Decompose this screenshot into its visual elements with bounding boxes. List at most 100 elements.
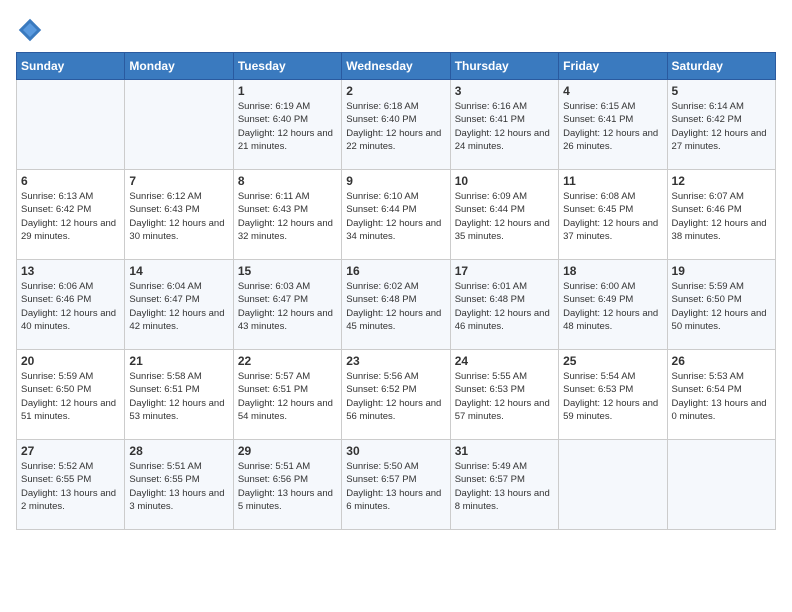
calendar-cell: 18 Sunrise: 6:00 AM Sunset: 6:49 PM Dayli… xyxy=(559,260,667,350)
day-detail: Sunrise: 6:06 AM Sunset: 6:46 PM Dayligh… xyxy=(21,280,120,333)
day-header-monday: Monday xyxy=(125,53,233,80)
day-number: 25 xyxy=(563,354,662,368)
calendar-cell: 19Sunrise: 5:59 AM Sunset: 6:50 PM Dayli… xyxy=(667,260,775,350)
day-detail: Sunrise: 6:02 AM Sunset: 6:48 PM Dayligh… xyxy=(346,280,445,333)
calendar-cell: 14Sunrise: 6:04 AM Sunset: 6:47 PM Dayli… xyxy=(125,260,233,350)
day-detail: Sunrise: 5:55 AM Sunset: 6:53 PM Dayligh… xyxy=(455,370,554,423)
calendar-cell: 29 Sunrise: 5:51 AM Sunset: 6:56 PM Dayli… xyxy=(233,440,341,530)
day-number: 24 xyxy=(455,354,554,368)
day-detail: Sunrise: 5:57 AM Sunset: 6:51 PM Dayligh… xyxy=(238,370,337,423)
day-number: 5 xyxy=(672,84,771,98)
day-header-thursday: Thursday xyxy=(450,53,558,80)
calendar-cell: 4Sunrise: 6:15 AM Sunset: 6:41 PM Daylig… xyxy=(559,80,667,170)
day-detail: Sunrise: 5:49 AM Sunset: 6:57 PM Dayligh… xyxy=(455,460,554,513)
day-detail: Sunrise: 6:09 AM Sunset: 6:44 PM Dayligh… xyxy=(455,190,554,243)
day-header-sunday: Sunday xyxy=(17,53,125,80)
calendar-week-4: 20 Sunrise: 5:59 AM Sunset: 6:50 PM Dayli… xyxy=(17,350,776,440)
day-number: 28 xyxy=(129,444,228,458)
logo xyxy=(16,16,48,44)
calendar-week-5: 27 Sunrise: 5:52 AM Sunset: 6:55 PM Dayli… xyxy=(17,440,776,530)
calendar-cell: 8 Sunrise: 6:11 AM Sunset: 6:43 PM Daylig… xyxy=(233,170,341,260)
calendar-cell: 11 Sunrise: 6:08 AM Sunset: 6:45 PM Dayli… xyxy=(559,170,667,260)
day-number: 20 xyxy=(21,354,120,368)
day-number: 6 xyxy=(21,174,120,188)
calendar-cell: 27 Sunrise: 5:52 AM Sunset: 6:55 PM Dayli… xyxy=(17,440,125,530)
calendar-cell: 25 Sunrise: 5:54 AM Sunset: 6:53 PM Dayli… xyxy=(559,350,667,440)
day-detail: Sunrise: 6:11 AM Sunset: 6:43 PM Dayligh… xyxy=(238,190,337,243)
logo-icon xyxy=(16,16,44,44)
calendar-cell: 28 Sunrise: 5:51 AM Sunset: 6:55 PM Dayli… xyxy=(125,440,233,530)
day-detail: Sunrise: 5:53 AM Sunset: 6:54 PM Dayligh… xyxy=(672,370,771,423)
calendar-cell: 26 Sunrise: 5:53 AM Sunset: 6:54 PM Dayli… xyxy=(667,350,775,440)
day-number: 8 xyxy=(238,174,337,188)
calendar-cell: 1 Sunrise: 6:19 AM Sunset: 6:40 PM Daylig… xyxy=(233,80,341,170)
calendar-cell xyxy=(559,440,667,530)
calendar-cell: 3Sunrise: 6:16 AM Sunset: 6:41 PM Daylig… xyxy=(450,80,558,170)
day-number: 16 xyxy=(346,264,445,278)
day-detail: Sunrise: 6:03 AM Sunset: 6:47 PM Dayligh… xyxy=(238,280,337,333)
calendar-cell: 12 Sunrise: 6:07 AM Sunset: 6:46 PM Dayli… xyxy=(667,170,775,260)
calendar-cell: 31 Sunrise: 5:49 AM Sunset: 6:57 PM Dayli… xyxy=(450,440,558,530)
day-detail: Sunrise: 5:59 AM Sunset: 6:50 PM Dayligh… xyxy=(672,280,771,333)
day-number: 31 xyxy=(455,444,554,458)
day-number: 17 xyxy=(455,264,554,278)
calendar-cell: 22 Sunrise: 5:57 AM Sunset: 6:51 PM Dayli… xyxy=(233,350,341,440)
day-number: 27 xyxy=(21,444,120,458)
calendar-cell: 30Sunrise: 5:50 AM Sunset: 6:57 PM Dayli… xyxy=(342,440,450,530)
day-number: 10 xyxy=(455,174,554,188)
calendar-week-1: 1 Sunrise: 6:19 AM Sunset: 6:40 PM Daylig… xyxy=(17,80,776,170)
calendar-cell: 20 Sunrise: 5:59 AM Sunset: 6:50 PM Dayli… xyxy=(17,350,125,440)
calendar-cell xyxy=(125,80,233,170)
page-header xyxy=(16,16,776,44)
day-detail: Sunrise: 6:19 AM Sunset: 6:40 PM Dayligh… xyxy=(238,100,337,153)
day-detail: Sunrise: 5:51 AM Sunset: 6:55 PM Dayligh… xyxy=(129,460,228,513)
calendar-cell: 2 Sunrise: 6:18 AM Sunset: 6:40 PM Daylig… xyxy=(342,80,450,170)
calendar-header: SundayMondayTuesdayWednesdayThursdayFrid… xyxy=(17,53,776,80)
day-detail: Sunrise: 5:58 AM Sunset: 6:51 PM Dayligh… xyxy=(129,370,228,423)
day-number: 12 xyxy=(672,174,771,188)
day-number: 9 xyxy=(346,174,445,188)
day-number: 1 xyxy=(238,84,337,98)
day-number: 18 xyxy=(563,264,662,278)
calendar-cell: 21Sunrise: 5:58 AM Sunset: 6:51 PM Dayli… xyxy=(125,350,233,440)
day-header-wednesday: Wednesday xyxy=(342,53,450,80)
day-number: 2 xyxy=(346,84,445,98)
day-detail: Sunrise: 5:54 AM Sunset: 6:53 PM Dayligh… xyxy=(563,370,662,423)
day-number: 11 xyxy=(563,174,662,188)
day-detail: Sunrise: 6:18 AM Sunset: 6:40 PM Dayligh… xyxy=(346,100,445,153)
calendar-cell: 16 Sunrise: 6:02 AM Sunset: 6:48 PM Dayli… xyxy=(342,260,450,350)
day-detail: Sunrise: 5:52 AM Sunset: 6:55 PM Dayligh… xyxy=(21,460,120,513)
day-detail: Sunrise: 6:07 AM Sunset: 6:46 PM Dayligh… xyxy=(672,190,771,243)
day-detail: Sunrise: 5:56 AM Sunset: 6:52 PM Dayligh… xyxy=(346,370,445,423)
day-number: 7 xyxy=(129,174,228,188)
day-number: 26 xyxy=(672,354,771,368)
calendar-cell xyxy=(667,440,775,530)
day-number: 29 xyxy=(238,444,337,458)
day-detail: Sunrise: 5:59 AM Sunset: 6:50 PM Dayligh… xyxy=(21,370,120,423)
calendar-cell xyxy=(17,80,125,170)
day-detail: Sunrise: 5:51 AM Sunset: 6:56 PM Dayligh… xyxy=(238,460,337,513)
header-row: SundayMondayTuesdayWednesdayThursdayFrid… xyxy=(17,53,776,80)
calendar-body: 1 Sunrise: 6:19 AM Sunset: 6:40 PM Daylig… xyxy=(17,80,776,530)
calendar-cell: 24 Sunrise: 5:55 AM Sunset: 6:53 PM Dayli… xyxy=(450,350,558,440)
day-number: 13 xyxy=(21,264,120,278)
day-number: 23 xyxy=(346,354,445,368)
day-detail: Sunrise: 6:08 AM Sunset: 6:45 PM Dayligh… xyxy=(563,190,662,243)
day-number: 30 xyxy=(346,444,445,458)
calendar-table: SundayMondayTuesdayWednesdayThursdayFrid… xyxy=(16,52,776,530)
day-detail: Sunrise: 6:13 AM Sunset: 6:42 PM Dayligh… xyxy=(21,190,120,243)
day-number: 22 xyxy=(238,354,337,368)
calendar-cell: 15 Sunrise: 6:03 AM Sunset: 6:47 PM Dayli… xyxy=(233,260,341,350)
calendar-cell: 7Sunrise: 6:12 AM Sunset: 6:43 PM Daylig… xyxy=(125,170,233,260)
calendar-cell: 23 Sunrise: 5:56 AM Sunset: 6:52 PM Dayli… xyxy=(342,350,450,440)
day-number: 4 xyxy=(563,84,662,98)
calendar-cell: 10 Sunrise: 6:09 AM Sunset: 6:44 PM Dayli… xyxy=(450,170,558,260)
day-detail: Sunrise: 6:00 AM Sunset: 6:49 PM Dayligh… xyxy=(563,280,662,333)
calendar-week-3: 13 Sunrise: 6:06 AM Sunset: 6:46 PM Dayli… xyxy=(17,260,776,350)
calendar-cell: 6 Sunrise: 6:13 AM Sunset: 6:42 PM Daylig… xyxy=(17,170,125,260)
day-number: 15 xyxy=(238,264,337,278)
day-detail: Sunrise: 6:16 AM Sunset: 6:41 PM Dayligh… xyxy=(455,100,554,153)
calendar-week-2: 6 Sunrise: 6:13 AM Sunset: 6:42 PM Daylig… xyxy=(17,170,776,260)
calendar-cell: 17Sunrise: 6:01 AM Sunset: 6:48 PM Dayli… xyxy=(450,260,558,350)
day-detail: Sunrise: 6:10 AM Sunset: 6:44 PM Dayligh… xyxy=(346,190,445,243)
